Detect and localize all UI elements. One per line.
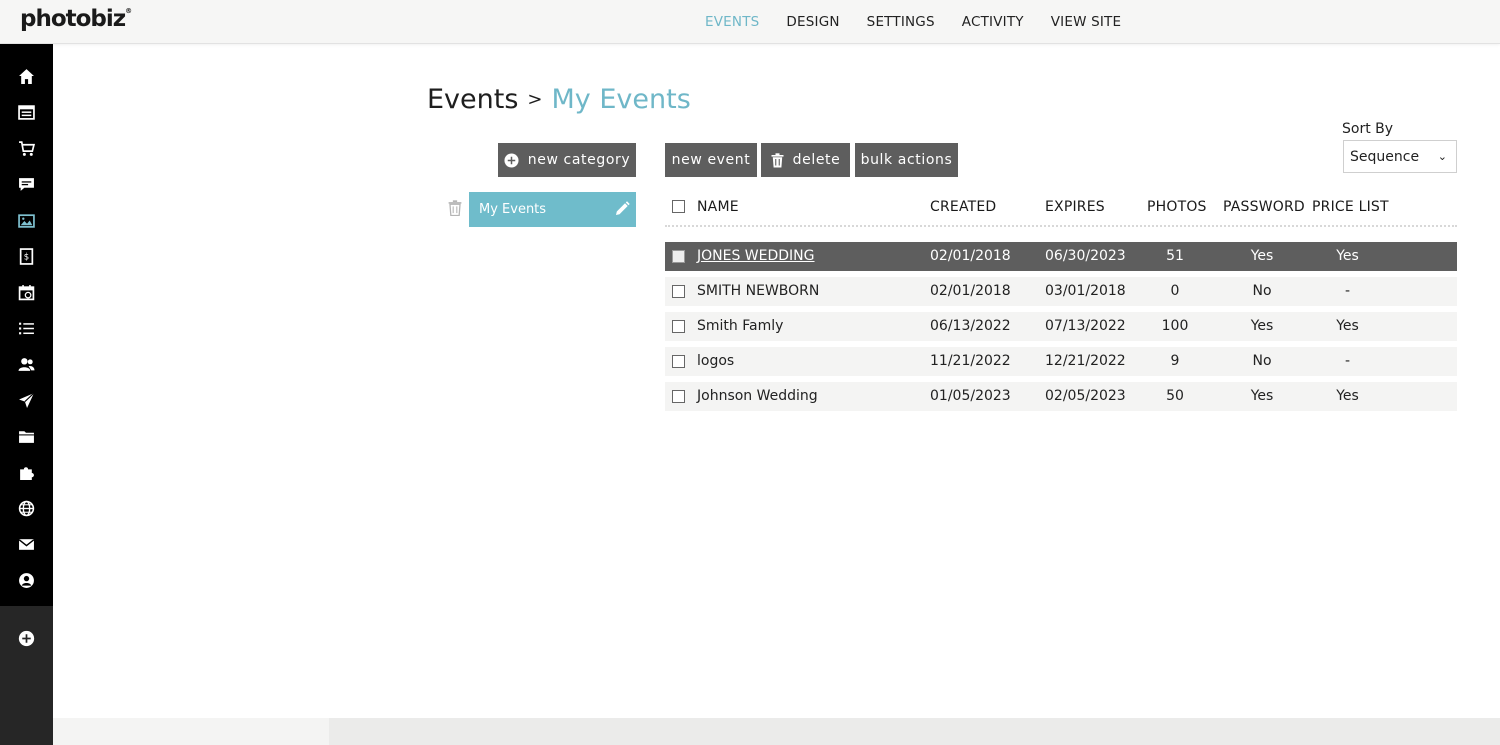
contacts-icon[interactable]	[16, 354, 37, 375]
nav-design[interactable]: DESIGN	[786, 14, 839, 30]
password-value: Yes	[1250, 388, 1274, 404]
top-nav: EVENTS DESIGN SETTINGS ACTIVITY VIEW SIT…	[705, 0, 1148, 44]
select-all-checkbox[interactable]	[672, 200, 685, 213]
breadcrumb-current: My Events	[551, 84, 691, 115]
expires-date: 07/13/2022	[1045, 318, 1126, 334]
event-name-link[interactable]: JONES WEDDING	[697, 248, 815, 264]
chevron-down-icon: ⌄	[1437, 150, 1447, 163]
account-icon[interactable]	[16, 570, 37, 591]
price-list-value: Yes	[1336, 318, 1359, 334]
folder-icon[interactable]	[16, 426, 37, 447]
new-category-label: new category	[527, 152, 631, 168]
nav-view-site[interactable]: VIEW SITE	[1051, 14, 1122, 30]
created-date: 01/05/2023	[930, 388, 1011, 404]
table-row[interactable]: JONES WEDDING 02/01/2018 06/30/2023 51 Y…	[665, 242, 1457, 271]
created-date: 06/13/2022	[930, 318, 1011, 334]
events-table-header: NAME CREATED EXPIRES PHOTOS PASSWORD PRI…	[665, 192, 1457, 227]
photos-count: 9	[1170, 353, 1180, 369]
expires-date: 02/05/2023	[1045, 388, 1126, 404]
plus-circle-icon[interactable]	[16, 628, 37, 649]
footer-left	[53, 718, 329, 745]
password-value: No	[1252, 283, 1272, 299]
new-event-label: new event	[671, 152, 751, 168]
password-value: No	[1252, 353, 1272, 369]
trash-icon	[771, 152, 784, 167]
mail-icon[interactable]	[16, 534, 37, 555]
photobiz-logo[interactable]: photobiz®	[20, 6, 132, 32]
send-icon[interactable]	[16, 390, 37, 411]
cart-icon[interactable]	[16, 138, 37, 159]
photos-count: 50	[1166, 388, 1184, 404]
table-row[interactable]: Johnson Wedding 01/05/2023 02/05/2023 50…	[665, 382, 1457, 411]
home-icon[interactable]	[16, 66, 37, 87]
puzzle-icon[interactable]	[16, 462, 37, 483]
new-category-button[interactable]: new category	[498, 143, 636, 177]
footer-right	[329, 718, 1500, 745]
photos-count: 100	[1161, 318, 1189, 334]
sort-by-select[interactable]: Sequence ⌄	[1343, 140, 1457, 173]
chat-icon[interactable]	[16, 174, 37, 195]
created-date: 02/01/2018	[930, 248, 1011, 264]
row-checkbox[interactable]	[672, 320, 685, 333]
row-checkbox[interactable]	[672, 285, 685, 298]
photos-count: 51	[1166, 248, 1184, 264]
column-price-list[interactable]: PRICE LIST	[1312, 199, 1389, 215]
event-name-link[interactable]: Smith Famly	[697, 318, 783, 334]
column-created[interactable]: CREATED	[930, 199, 996, 215]
new-event-button[interactable]: new event	[665, 143, 757, 177]
bulk-actions-label: bulk actions	[860, 152, 953, 168]
column-photos[interactable]: PHOTOS	[1147, 199, 1207, 215]
category-label: My Events	[479, 202, 547, 217]
column-name[interactable]: NAME	[697, 199, 739, 215]
event-name-link[interactable]: Johnson Wedding	[697, 388, 818, 404]
password-value: Yes	[1250, 318, 1274, 334]
bulk-actions-button[interactable]: bulk actions	[855, 143, 958, 177]
delete-label: delete	[792, 152, 841, 168]
table-row[interactable]: Smith Famly 06/13/2022 07/13/2022 100 Ye…	[665, 312, 1457, 341]
sidebar-lower	[0, 606, 53, 745]
price-list-value: Yes	[1336, 248, 1359, 264]
category-item-my-events[interactable]: My Events	[469, 192, 636, 227]
nav-settings[interactable]: SETTINGS	[867, 14, 935, 30]
category-trash-icon[interactable]	[448, 200, 462, 217]
password-value: Yes	[1250, 248, 1274, 264]
expires-date: 03/01/2018	[1045, 283, 1126, 299]
price-list-value: Yes	[1336, 388, 1359, 404]
nav-activity[interactable]: ACTIVITY	[962, 14, 1024, 30]
column-password[interactable]: PASSWORD	[1223, 199, 1305, 215]
price-list-value: -	[1344, 353, 1351, 369]
event-name-link[interactable]: SMITH NEWBORN	[697, 283, 819, 299]
row-checkbox[interactable]	[672, 355, 685, 368]
created-date: 11/21/2022	[930, 353, 1011, 369]
created-date: 02/01/2018	[930, 283, 1011, 299]
calendar-icon[interactable]	[16, 282, 37, 303]
table-row[interactable]: SMITH NEWBORN 02/01/2018 03/01/2018 0 No…	[665, 277, 1457, 306]
website-icon[interactable]	[16, 102, 37, 123]
nav-events[interactable]: EVENTS	[705, 14, 759, 30]
row-checkbox[interactable]	[672, 390, 685, 403]
top-bar: photobiz® EVENTS DESIGN SETTINGS ACTIVIT…	[0, 0, 1500, 44]
invoice-icon[interactable]: $	[16, 246, 37, 267]
list-icon[interactable]	[16, 318, 37, 339]
table-row[interactable]: logos 11/21/2022 12/21/2022 9 No -	[665, 347, 1457, 376]
gallery-icon[interactable]	[16, 210, 37, 231]
photos-count: 0	[1170, 283, 1180, 299]
expires-date: 06/30/2023	[1045, 248, 1126, 264]
breadcrumb: Events > My Events	[427, 84, 691, 115]
delete-button[interactable]: delete	[761, 143, 850, 177]
column-expires[interactable]: EXPIRES	[1045, 199, 1105, 215]
breadcrumb-separator: >	[527, 89, 543, 110]
svg-text:$: $	[24, 253, 29, 263]
row-checkbox[interactable]	[672, 250, 685, 263]
event-name-link[interactable]: logos	[697, 353, 734, 369]
plus-circle-icon	[504, 152, 519, 168]
breadcrumb-root[interactable]: Events	[427, 84, 518, 115]
expires-date: 12/21/2022	[1045, 353, 1126, 369]
price-list-value: -	[1344, 283, 1351, 299]
globe-icon[interactable]	[16, 498, 37, 519]
pencil-icon[interactable]	[614, 201, 630, 217]
sort-by-label: Sort By	[1342, 121, 1394, 137]
sort-by-value: Sequence	[1350, 148, 1420, 165]
left-sidebar: $	[0, 44, 53, 745]
